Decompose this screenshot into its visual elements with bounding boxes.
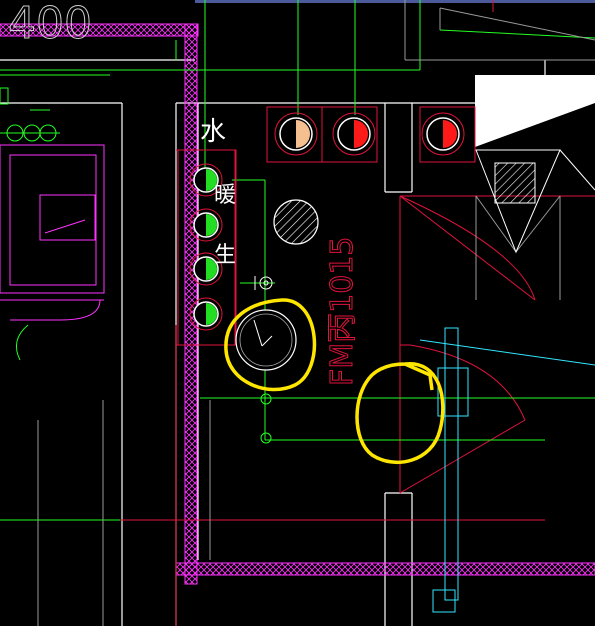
- dimension-text: 400: [8, 0, 92, 49]
- cad-drawing-canvas[interactable]: 400 水 暖 生 FM丙1015: [0, 0, 595, 626]
- door-label: FM丙1015: [325, 237, 360, 387]
- equipment-circle-3[interactable]: [421, 112, 465, 156]
- green-fixture-2[interactable]: [189, 208, 223, 242]
- hatched-circle[interactable]: [273, 199, 319, 245]
- label-side-b: 生: [214, 243, 236, 268]
- green-fixture-4[interactable]: [189, 297, 223, 331]
- label-water: 水: [200, 117, 226, 147]
- hatched-wall-bottom: [175, 562, 595, 576]
- label-side-a: 暖: [214, 183, 236, 208]
- meter-dial-icon[interactable]: [235, 309, 297, 371]
- hatched-wall-vertical: [184, 23, 198, 585]
- equipment-circle-1[interactable]: [274, 112, 318, 156]
- top-edge-bar: [195, 0, 595, 3]
- equipment-circle-2[interactable]: [332, 112, 376, 156]
